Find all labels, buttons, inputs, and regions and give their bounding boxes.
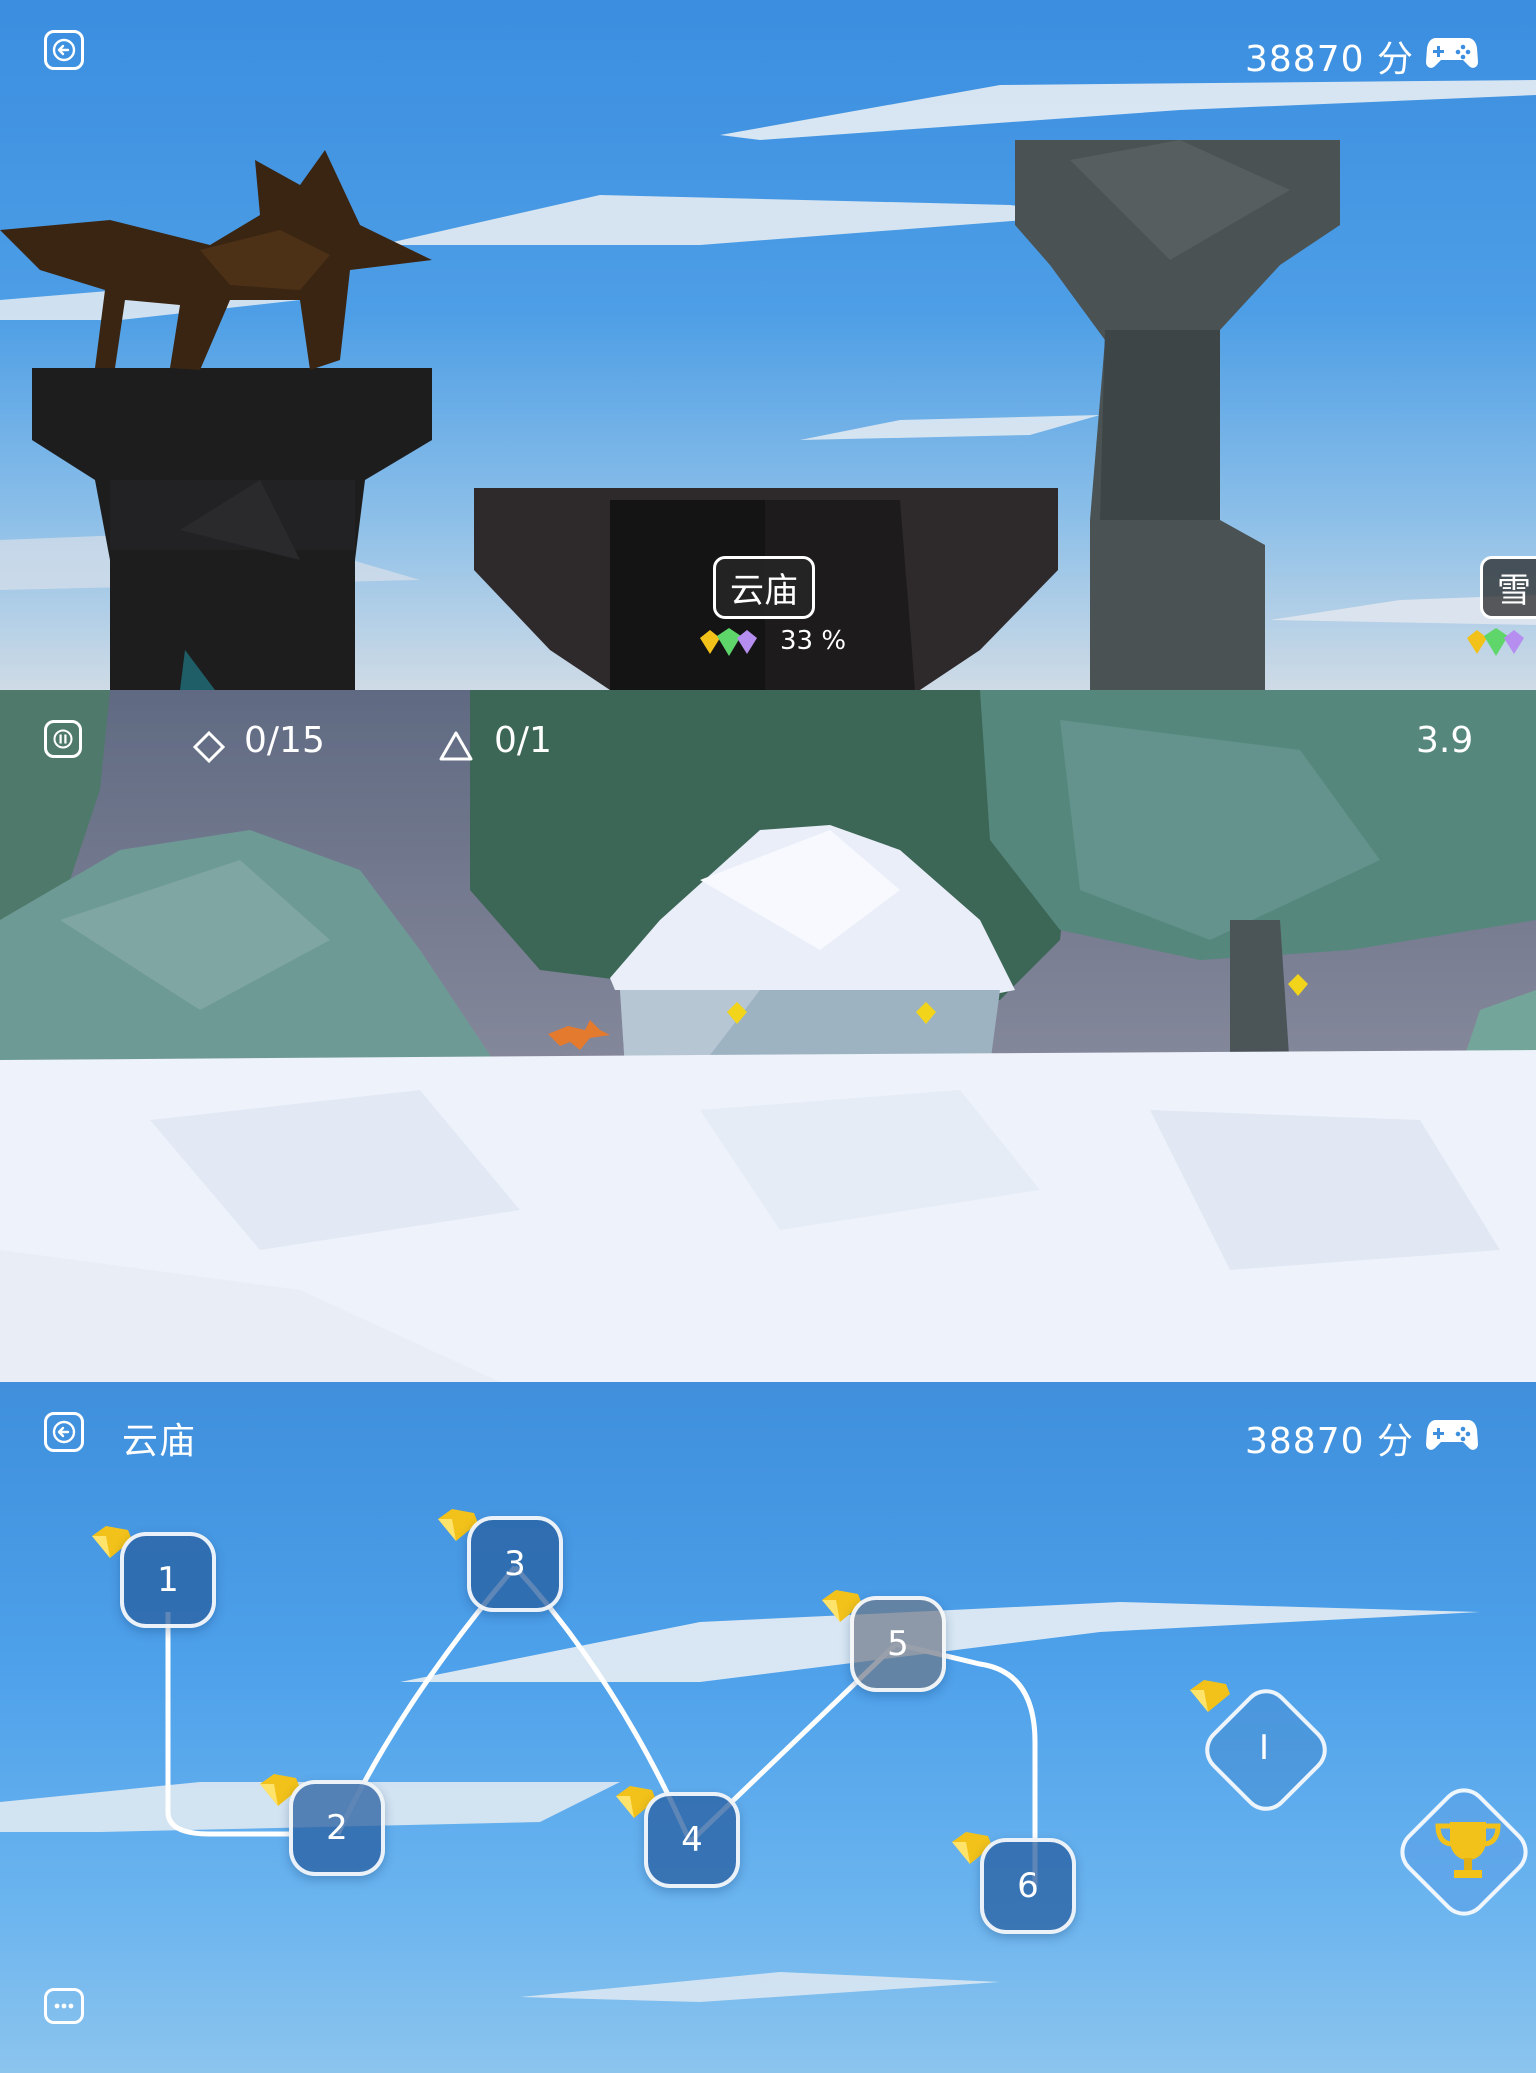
chat-button[interactable]: [44, 1988, 84, 2024]
next-world-gems-icon: [1467, 628, 1524, 656]
map-score-display: 38870 分: [1245, 1421, 1414, 1462]
secrets-counter: 0/1: [494, 720, 552, 761]
yellow-gem-icon: [1190, 1680, 1230, 1712]
level-node-1[interactable]: 1: [120, 1532, 216, 1628]
level-node-3[interactable]: 3: [467, 1516, 563, 1612]
gamepad-icon[interactable]: [1426, 34, 1478, 72]
gameplay-scenery: [0, 690, 1536, 1382]
pause-icon: [53, 729, 73, 749]
pause-button[interactable]: [44, 720, 82, 758]
chat-bubble-icon: [54, 2003, 74, 2009]
map-back-button[interactable]: [44, 1412, 84, 1452]
back-button[interactable]: [44, 30, 84, 70]
level-node-5[interactable]: 5: [850, 1596, 946, 1692]
level-timer: 3.9: [1416, 720, 1474, 761]
arrow-left-icon: [52, 38, 76, 62]
gameplay-screen: 0/15 0/1 3.9: [0, 690, 1536, 1382]
level-map-screen: 云庙 38870 分 1 2 3 4 5 6 I: [0, 1382, 1536, 2073]
level-node-6[interactable]: 6: [980, 1838, 1076, 1934]
world-completion-percent: 33 %: [780, 626, 847, 656]
world-select-screen: 38870 分 云庙 33 % 雪: [0, 0, 1536, 690]
level-node-2[interactable]: 2: [289, 1780, 385, 1876]
next-world-badge[interactable]: 雪: [1480, 556, 1536, 619]
diamond-outline-icon: [192, 730, 226, 764]
score-display: 38870 分: [1245, 39, 1414, 80]
gamepad-icon[interactable]: [1426, 1416, 1478, 1454]
level-node-4[interactable]: 4: [644, 1792, 740, 1888]
world-name-badge[interactable]: 云庙: [713, 556, 815, 619]
world-title: 云庙: [122, 1421, 197, 1462]
bonus-level-label: I: [1259, 1728, 1270, 1768]
trophy-icon: [1435, 1822, 1501, 1878]
gems-counter: 0/15: [244, 720, 325, 761]
arrow-left-icon: [52, 1420, 76, 1444]
triangle-outline-icon: [439, 731, 473, 761]
world-gems-icon: [700, 628, 757, 656]
